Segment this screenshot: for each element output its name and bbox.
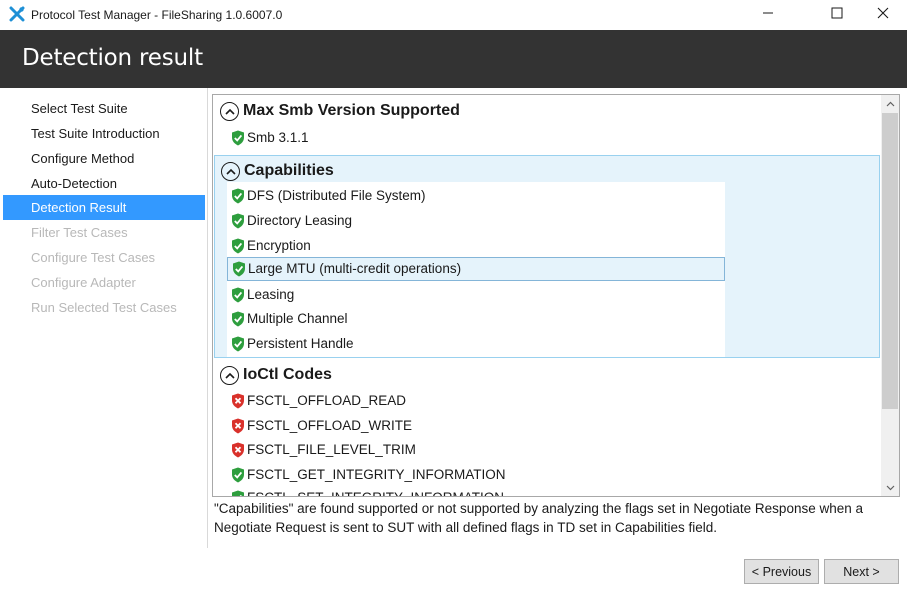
- nav-item-configure-adapter: Configure Adapter: [31, 275, 136, 290]
- nav-item-auto-detection[interactable]: Auto-Detection: [3, 171, 205, 196]
- title-bar: Protocol Test Manager - FileSharing 1.0.…: [0, 0, 907, 30]
- green-shield-check-icon: [231, 238, 245, 254]
- minimize-icon: [762, 6, 774, 24]
- chevron-up-icon: [225, 168, 236, 175]
- list-item: Smb 3.1.1: [231, 126, 309, 150]
- item-label: Smb 3.1.1: [247, 130, 309, 145]
- next-button[interactable]: Next >: [824, 559, 899, 584]
- nav-item-configure-test-cases: Configure Test Cases: [31, 250, 156, 265]
- section-header-max-smb-version: Max Smb Version Supported: [213, 98, 881, 124]
- x-tool-icon: [9, 6, 25, 22]
- capabilities-list: DFS (Distributed File System) Directory …: [227, 182, 725, 357]
- section-header-ioctl-codes: IoCtl Codes: [213, 362, 881, 388]
- vertical-scrollbar[interactable]: [881, 95, 899, 496]
- item-label: Multiple Channel: [247, 311, 348, 326]
- list-item: Leasing: [231, 283, 294, 307]
- list-item: Directory Leasing: [231, 209, 352, 233]
- item-label: FSCTL_OFFLOAD_WRITE: [247, 418, 413, 433]
- list-item: FSCTL_OFFLOAD_READ: [231, 389, 406, 413]
- green-shield-check-icon: [231, 188, 245, 204]
- close-button[interactable]: [860, 0, 906, 30]
- green-shield-check-icon: [231, 311, 245, 327]
- green-shield-check-icon: [231, 130, 245, 146]
- window-title: Protocol Test Manager - FileSharing 1.0.…: [31, 8, 283, 22]
- scrollbar-thumb[interactable]: [882, 113, 898, 409]
- red-shield-x-icon: [231, 393, 245, 409]
- list-item: FSCTL_SET_INTEGRITY_INFORMATION: [231, 486, 504, 496]
- green-shield-check-icon: [231, 336, 245, 352]
- result-scroll-area[interactable]: Max Smb Version Supported Smb 3.1.1 Capa…: [213, 95, 881, 496]
- item-label: Large MTU (multi-credit operations): [248, 261, 462, 276]
- nav-item-detection-result[interactable]: Detection Result: [3, 195, 205, 220]
- nav-item-configure-method[interactable]: Configure Method: [3, 146, 205, 171]
- list-item-selected[interactable]: Large MTU (multi-credit operations): [227, 257, 725, 281]
- page-header: Detection result: [0, 30, 907, 88]
- item-label: Leasing: [247, 287, 295, 302]
- red-shield-x-icon: [231, 418, 245, 434]
- list-item: DFS (Distributed File System): [231, 184, 426, 208]
- detection-result-panel[interactable]: Max Smb Version Supported Smb 3.1.1 Capa…: [212, 94, 900, 497]
- previous-button[interactable]: < Previous: [744, 559, 819, 584]
- capabilities-note: "Capabilities" are found supported or no…: [214, 501, 863, 535]
- close-icon: [877, 6, 889, 24]
- wizard-nav: Select Test Suite Test Suite Introductio…: [0, 88, 208, 548]
- capabilities-section[interactable]: Capabilities DFS (Distributed File Syste…: [214, 155, 880, 358]
- green-shield-check-icon: [232, 261, 246, 277]
- list-item: FSCTL_GET_INTEGRITY_INFORMATION: [231, 463, 506, 487]
- list-item: Persistent Handle: [231, 332, 354, 356]
- collapse-button-ioctl-codes[interactable]: [220, 366, 239, 385]
- green-shield-check-icon: [231, 467, 245, 483]
- red-shield-x-icon: [231, 442, 245, 458]
- collapse-button-capabilities[interactable]: [221, 162, 240, 181]
- item-label: Directory Leasing: [247, 213, 353, 228]
- item-label: Encryption: [247, 238, 311, 253]
- chevron-up-icon: [886, 101, 894, 106]
- maximize-icon: [831, 6, 843, 24]
- item-label: DFS (Distributed File System): [247, 188, 426, 203]
- chevron-up-icon: [224, 108, 235, 115]
- item-label: FSCTL_GET_INTEGRITY_INFORMATION: [247, 467, 506, 482]
- section-title: IoCtl Codes: [243, 366, 332, 383]
- section-title: Max Smb Version Supported: [243, 102, 460, 119]
- chevron-up-icon: [224, 372, 235, 379]
- green-shield-check-icon: [231, 490, 245, 496]
- scroll-down-button[interactable]: [881, 479, 899, 496]
- section-header-capabilities: Capabilities: [214, 158, 881, 184]
- green-shield-check-icon: [231, 287, 245, 303]
- maximize-button[interactable]: [814, 0, 860, 30]
- scroll-up-button[interactable]: [881, 95, 899, 112]
- page-title: Detection result: [22, 45, 203, 71]
- list-item: Multiple Channel: [231, 307, 348, 331]
- chevron-down-icon: [886, 485, 894, 490]
- nav-item-select-test-suite[interactable]: Select Test Suite: [3, 96, 205, 121]
- section-title: Capabilities: [244, 162, 334, 179]
- list-item: FSCTL_OFFLOAD_WRITE: [231, 414, 412, 438]
- item-label: FSCTL_SET_INTEGRITY_INFORMATION: [247, 486, 504, 496]
- nav-item-test-suite-introduction[interactable]: Test Suite Introduction: [3, 121, 205, 146]
- nav-item-run-selected-test-cases: Run Selected Test Cases: [31, 300, 177, 315]
- green-shield-check-icon: [231, 213, 245, 229]
- minimize-button[interactable]: [745, 0, 791, 30]
- item-label: FSCTL_OFFLOAD_READ: [247, 393, 407, 408]
- item-label: Persistent Handle: [247, 336, 354, 351]
- list-item: FSCTL_FILE_LEVEL_TRIM: [231, 438, 416, 462]
- collapse-button-max-smb-version[interactable]: [220, 102, 239, 121]
- list-item: Encryption: [231, 234, 311, 258]
- item-label: FSCTL_FILE_LEVEL_TRIM: [247, 442, 416, 457]
- nav-item-filter-test-cases: Filter Test Cases: [31, 225, 128, 240]
